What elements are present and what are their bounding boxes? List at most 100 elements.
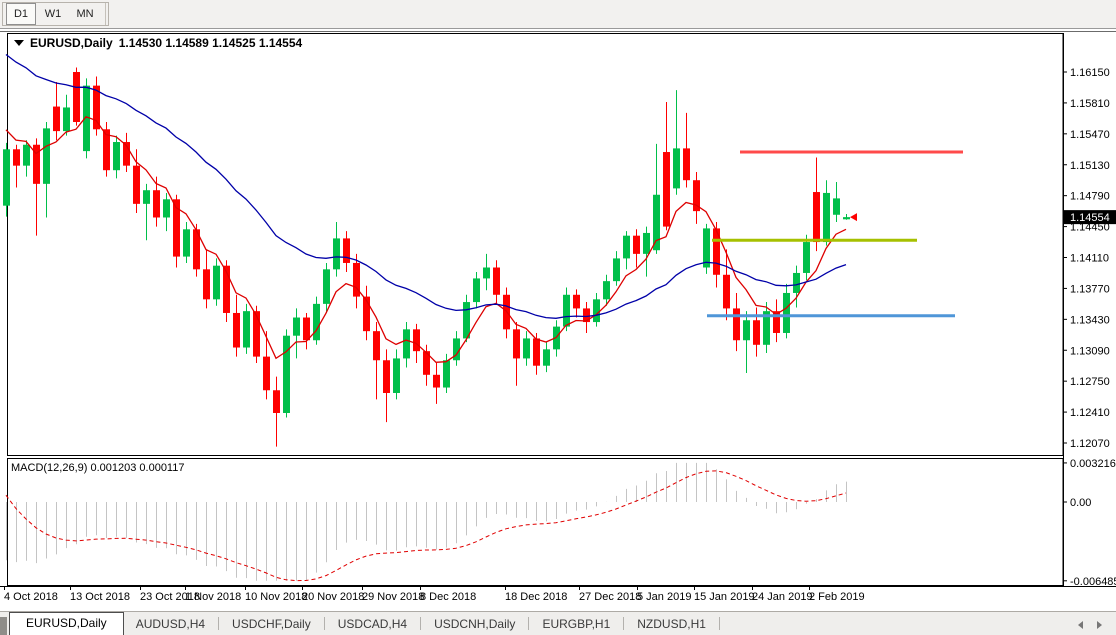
- tab-eurusd-daily[interactable]: EURUSD,Daily: [9, 612, 124, 635]
- macd-tick-label: -0.006485: [1070, 576, 1116, 588]
- candle-body: [803, 242, 810, 273]
- candle-body: [593, 299, 600, 323]
- candle-body: [533, 338, 540, 366]
- candle-body: [623, 235, 630, 259]
- candle-body: [563, 294, 570, 327]
- candle-body: [73, 72, 80, 123]
- candle-body: [833, 198, 840, 215]
- tabs-scroll-right-icon[interactable]: [1097, 621, 1102, 629]
- date-tick-label: 5 Jan 2019: [637, 591, 691, 603]
- candle-body: [273, 390, 280, 413]
- candle-body: [703, 228, 710, 268]
- candle-body: [783, 292, 790, 333]
- candle-body: [403, 329, 410, 359]
- date-tick-label: 24 Jan 2019: [752, 591, 813, 603]
- date-tick-label: 13 Oct 2018: [70, 591, 130, 603]
- current-price-label: 1.14554: [1070, 212, 1110, 224]
- candle-body: [433, 374, 440, 388]
- date-tick-label: 4 Oct 2018: [4, 591, 58, 603]
- tab-usdchf-daily[interactable]: USDCHF,Daily: [220, 614, 323, 635]
- candle-body: [473, 278, 480, 303]
- candle-body: [203, 269, 210, 300]
- candle-body: [113, 142, 120, 171]
- candle-body: [43, 128, 50, 184]
- tab-separator: [623, 617, 625, 630]
- candle-body: [393, 358, 400, 393]
- candle-body: [633, 235, 640, 254]
- candle-body: [153, 190, 160, 218]
- candle-body: [483, 267, 490, 279]
- date-tick-label: 18 Dec 2018: [505, 591, 567, 603]
- timeframe-mn-button[interactable]: MN: [70, 3, 100, 25]
- price-tick-label: 1.16150: [1070, 67, 1110, 79]
- macd-tick-label: 0.003216: [1070, 458, 1116, 470]
- chart-tab-bar: EURUSD,Daily AUDUSD,H4 USDCHF,Daily USDC…: [0, 611, 1116, 635]
- candle-body: [263, 356, 270, 391]
- tabs-scroll-left-icon[interactable]: [1078, 621, 1083, 629]
- candle-body: [213, 265, 220, 300]
- date-tick-label: 15 Jan 2019: [694, 591, 755, 603]
- candle-body: [743, 320, 750, 341]
- candle-body: [413, 329, 420, 352]
- price-tick-label: 1.12750: [1070, 376, 1110, 388]
- tab-usdcad-h4[interactable]: USDCAD,H4: [326, 614, 419, 635]
- candle-body: [303, 317, 310, 341]
- tab-nzdusd-h1[interactable]: NZDUSD,H1: [625, 614, 718, 635]
- timeframe-w1-button[interactable]: W1: [38, 3, 68, 25]
- candle-body: [653, 194, 660, 251]
- candle-body: [233, 312, 240, 348]
- candle-body: [253, 311, 260, 357]
- timeframe-button-group: D1 W1 MN: [2, 2, 109, 26]
- tab-separator: [420, 617, 422, 630]
- candle-body: [493, 267, 500, 295]
- candle-body: [753, 320, 760, 345]
- candle-body: [313, 303, 320, 341]
- price-tick-label: 1.13430: [1070, 314, 1110, 326]
- candle-body: [323, 269, 330, 304]
- candle-body: [143, 190, 150, 204]
- candle-body: [3, 149, 10, 206]
- candle-body: [823, 192, 830, 243]
- toolbar-separator: [105, 3, 106, 25]
- candle-body: [543, 349, 550, 366]
- candle-body: [523, 338, 530, 359]
- date-tick-label: 20 Nov 2018: [302, 591, 364, 603]
- date-tick-label: 1 Nov 2018: [185, 591, 241, 603]
- symbol-dropdown-icon[interactable]: [14, 40, 24, 46]
- tab-separator: [323, 617, 325, 630]
- timeframe-d1-button[interactable]: D1: [6, 3, 36, 25]
- candle-body: [53, 106, 60, 132]
- tab-audusd-h4[interactable]: AUDUSD,H4: [124, 614, 217, 635]
- candle-body: [673, 148, 680, 189]
- macd-indicator-label: MACD(12,26,9) 0.001203 0.000117: [11, 462, 185, 474]
- price-tick-label: 1.12410: [1070, 407, 1110, 419]
- candle-body: [293, 317, 300, 336]
- candle-body: [513, 329, 520, 359]
- tab-separator: [218, 617, 220, 630]
- candle-body: [23, 144, 30, 166]
- date-tick-label: 2 Feb 2019: [809, 591, 865, 603]
- chart-canvas[interactable]: 1.161501.158101.154701.151301.147901.144…: [0, 24, 1116, 635]
- date-tick-label: 29 Nov 2018: [362, 591, 424, 603]
- candle-body: [63, 107, 70, 132]
- candle-body: [283, 335, 290, 413]
- date-tick-label: 10 Nov 2018: [245, 591, 307, 603]
- tab-usdcnh-daily[interactable]: USDCNH,Daily: [422, 614, 527, 635]
- candle-body: [373, 331, 380, 361]
- candle-body: [813, 192, 820, 243]
- terminal-window: D1 W1 MN 1.16150 1.15810 1.15470 1.15130 1.1…: [0, 0, 1116, 635]
- candle-body: [463, 302, 470, 339]
- candle-body: [723, 274, 730, 309]
- candle-body: [163, 199, 170, 218]
- candle-body: [13, 149, 20, 166]
- candle-body: [343, 238, 350, 263]
- date-tick-label: 8 Dec 2018: [420, 591, 476, 603]
- tab-separator: [718, 617, 720, 630]
- tab-separator: [528, 617, 530, 630]
- tab-eurgbp-h1[interactable]: EURGBP,H1: [530, 614, 622, 635]
- timeframe-toolbar: D1 W1 MN: [0, 0, 1116, 29]
- candle-body: [333, 238, 340, 270]
- chart-ohlc-quote: 1.14530 1.14589 1.14525 1.14554: [118, 36, 303, 50]
- candle-body: [183, 229, 190, 257]
- chart-title: EURUSD,Daily 1.14530 1.14589 1.14525 1.1…: [14, 36, 302, 50]
